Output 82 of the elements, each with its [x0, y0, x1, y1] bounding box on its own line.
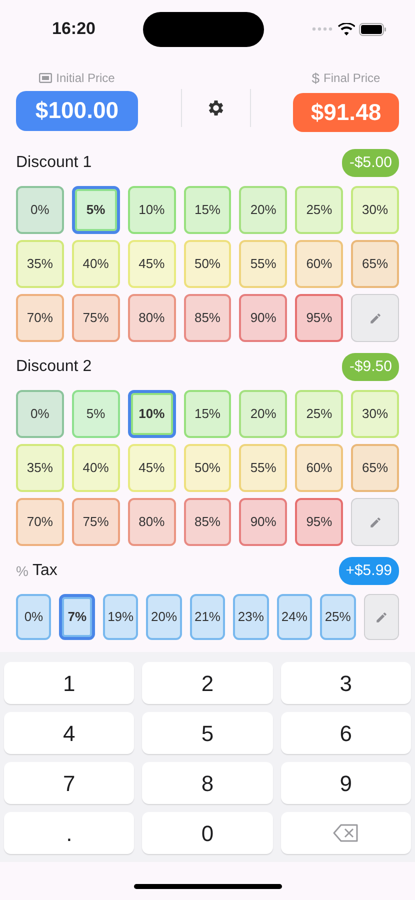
percent-chip[interactable]: 60% [295, 240, 344, 288]
percent-chip[interactable]: 30% [351, 186, 399, 234]
percent-chip[interactable]: 45% [128, 240, 176, 288]
pencil-icon [368, 516, 382, 528]
pencil-icon [368, 312, 382, 324]
percent-chip[interactable]: 95% [295, 294, 344, 342]
battery-icon [358, 22, 387, 36]
percent-chip[interactable]: 60% [295, 444, 344, 492]
percent-chip[interactable]: 70% [16, 294, 64, 342]
percent-chip[interactable]: 75% [72, 498, 120, 546]
section-title: Tax [32, 561, 58, 581]
keypad-key[interactable]: . [4, 812, 134, 854]
percent-chip[interactable]: 95% [295, 498, 344, 546]
percent-chip[interactable]: 23% [233, 594, 269, 640]
keypad-key[interactable]: 0 [142, 812, 273, 854]
percent-chip[interactable]: 70% [16, 498, 64, 546]
percent-chip[interactable]: 25% [295, 186, 344, 234]
cash-icon [39, 73, 52, 84]
percent-chip[interactable]: 80% [128, 294, 176, 342]
keypad-key[interactable]: 3 [280, 662, 411, 704]
percent-chip[interactable]: 5% [72, 186, 120, 234]
percent-chip[interactable]: 55% [239, 240, 288, 288]
keypad-key[interactable]: 5 [142, 712, 273, 754]
edit-button[interactable] [351, 294, 399, 342]
section-title: Discount 2 [16, 357, 92, 377]
percent-chip[interactable]: 40% [72, 240, 120, 288]
percent-chip[interactable]: 50% [184, 444, 232, 492]
section-title: Discount 1 [16, 153, 92, 173]
percent-chip[interactable]: 85% [184, 294, 232, 342]
edit-button[interactable] [351, 498, 399, 546]
percent-chip[interactable]: 19% [102, 594, 138, 640]
percent-chip[interactable]: 40% [72, 444, 120, 492]
percent-chip[interactable]: 50% [184, 240, 232, 288]
keypad-key[interactable]: 1 [4, 662, 134, 704]
backspace-key[interactable] [280, 812, 411, 854]
amount-badge: +$5.99 [338, 556, 399, 586]
keypad-key[interactable]: 4 [4, 712, 134, 754]
keypad-key[interactable]: 9 [280, 762, 411, 804]
percent-icon: % [16, 560, 28, 582]
percent-chip[interactable]: 45% [128, 444, 176, 492]
percent-chip[interactable]: 5% [72, 390, 120, 438]
price-label: Initial Price [56, 70, 115, 88]
keypad-key[interactable]: 2 [142, 662, 273, 704]
percent-chip[interactable]: 0% [16, 186, 64, 234]
percent-chip[interactable]: 85% [184, 498, 232, 546]
percent-chip[interactable]: 55% [239, 444, 288, 492]
percent-chip[interactable]: 80% [128, 498, 176, 546]
signal-icon [312, 26, 334, 32]
percent-chip[interactable]: 30% [351, 390, 399, 438]
wifi-icon [338, 22, 355, 36]
percent-chip[interactable]: 24% [276, 594, 312, 640]
percent-chip[interactable]: 7% [59, 594, 95, 640]
percent-chip[interactable]: 65% [351, 240, 399, 288]
percent-chip[interactable]: 25% [320, 594, 356, 640]
amount-badge: -$5.00 [342, 148, 399, 178]
percent-chip[interactable]: 15% [184, 390, 232, 438]
percent-chip[interactable]: 90% [239, 294, 288, 342]
percent-chip[interactable]: 25% [295, 390, 344, 438]
percent-chip[interactable]: 75% [72, 294, 120, 342]
dollar-sign: $ [312, 68, 320, 88]
percent-chip[interactable]: 20% [146, 594, 182, 640]
edit-button[interactable] [364, 594, 399, 640]
keypad-key[interactable]: 8 [142, 762, 273, 804]
percent-chip[interactable]: 21% [190, 594, 226, 640]
percent-chip[interactable]: 90% [239, 498, 288, 546]
percent-chip[interactable]: 20% [239, 390, 288, 438]
backspace-icon [332, 824, 359, 842]
percent-chip[interactable]: 65% [351, 444, 399, 492]
percent-chip[interactable]: 10% [128, 390, 176, 438]
percent-chip[interactable]: 35% [16, 240, 64, 288]
percent-chip[interactable]: 0% [16, 594, 52, 640]
price-label: Final Price [324, 70, 380, 88]
percent-chip[interactable]: 10% [128, 186, 176, 234]
percent-chip[interactable]: 15% [184, 186, 232, 234]
amount-badge: -$9.50 [342, 352, 399, 382]
percent-chip[interactable]: 0% [16, 390, 64, 438]
percent-chip[interactable]: 35% [16, 444, 64, 492]
percent-chip[interactable]: 20% [239, 186, 288, 234]
pencil-icon [374, 610, 388, 624]
clock-time: 16:20 [52, 18, 96, 40]
keypad-key[interactable]: 7 [4, 762, 134, 804]
keypad-key[interactable]: 6 [280, 712, 411, 754]
